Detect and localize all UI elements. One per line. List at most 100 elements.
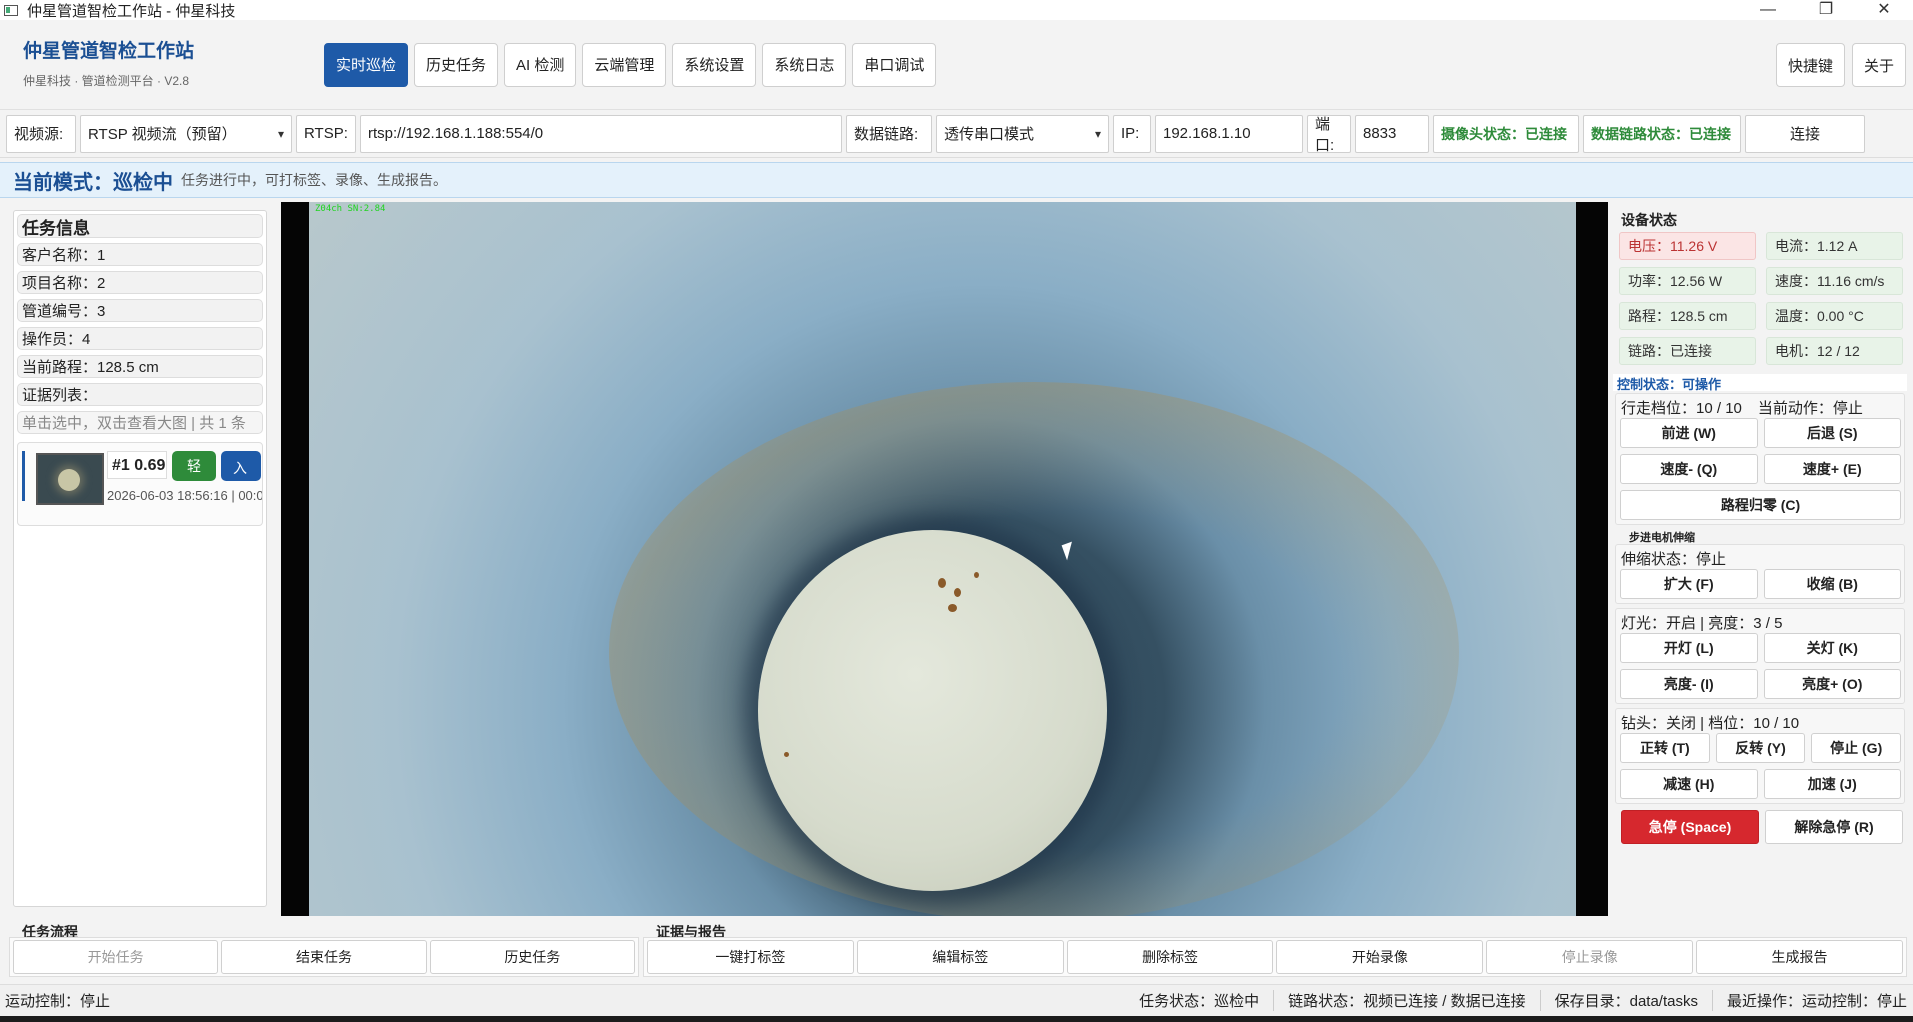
video-view[interactable]: Z04ch SN:2.84 <box>281 202 1608 916</box>
video-source-label: 视频源: <box>6 114 76 153</box>
start-recording-button[interactable]: 开始录像 <box>1276 940 1484 974</box>
about-button[interactable]: 关于 <box>1851 43 1906 87</box>
drill-control-group: 钻头：关闭 | 档位：10 / 10 正转 (T) 反转 (Y) 停止 (G) 减速… <box>1615 708 1905 804</box>
video-source-value: RTSP 视频流（预留） <box>88 126 237 143</box>
shrink-button[interactable]: 收缩 (B) <box>1763 569 1901 599</box>
data-link-select[interactable]: 透传串口模式 ▾ <box>936 114 1109 153</box>
minimize-icon[interactable]: — <box>1739 0 1797 20</box>
evidence-time: 2026-06-03 18:56:16 | 00:00:04 <box>107 488 263 503</box>
data-link-status: 数据链路状态：已连接 <box>1583 114 1741 153</box>
voltage-stat: 电压：11.26 V <box>1619 232 1756 260</box>
tab-settings[interactable]: 系统设置 <box>672 42 757 87</box>
stretch-state: 伸缩状态：停止 <box>1621 550 1727 568</box>
drive-control-group: 行走档位：10 / 10 当前动作：停止 前进 (W) 后退 (S) 速度- (Q)… <box>1615 393 1905 525</box>
delete-tag-button[interactable]: 删除标签 <box>1066 940 1274 974</box>
reset-distance-button[interactable]: 路程归零 (C) <box>1620 490 1901 520</box>
video-source-select[interactable]: RTSP 视频流（预留） ▾ <box>80 114 292 153</box>
brightness-down-button[interactable]: 亮度- (I) <box>1620 669 1758 699</box>
evidence-number: #1 0.69 <box>107 451 167 479</box>
port-label: 端口: <box>1307 114 1351 154</box>
pipe-camera-frame: Z04ch SN:2.84 <box>309 202 1576 916</box>
brightness-up-button[interactable]: 亮度+ (O) <box>1763 669 1901 699</box>
evidence-in-button[interactable]: 入 <box>221 451 261 481</box>
edit-tag-button[interactable]: 编辑标签 <box>856 940 1064 974</box>
restore-icon[interactable]: ❐ <box>1797 0 1855 20</box>
current-action: 当前动作：停止 <box>1757 399 1863 417</box>
evidence-list-label: 证据列表： <box>17 383 263 406</box>
decelerate-button[interactable]: 减速 (H) <box>1620 769 1758 799</box>
history-task-button[interactable]: 历史任务 <box>429 940 635 974</box>
device-status-header: 设备状态 <box>1621 212 1677 228</box>
ip-input[interactable]: 192.168.1.10 <box>1155 114 1303 153</box>
tab-cloud[interactable]: 云端管理 <box>582 42 667 87</box>
control-state: 控制状态：可操作 <box>1613 374 1907 392</box>
gear-level: 行走档位：10 / 10 <box>1621 399 1742 417</box>
pipe-end-disk <box>758 530 1107 891</box>
start-task-button[interactable]: 开始任务 <box>13 940 219 974</box>
operator: 操作员：4 <box>17 327 263 350</box>
task-status: 任务状态：巡检中 <box>1139 993 1260 1010</box>
expand-button[interactable]: 扩大 (F) <box>1620 569 1758 599</box>
ip-label: IP: <box>1113 114 1151 153</box>
device-control-panel: 设备状态 电压：11.26 V 电流：1.12 A 功率：12.56 W 速度：… <box>1613 202 1907 916</box>
speed-stat: 速度：11.16 cm/s <box>1766 267 1903 295</box>
light-on-button[interactable]: 开灯 (L) <box>1620 633 1758 663</box>
reverse-rotate-button[interactable]: 反转 (Y) <box>1715 733 1806 763</box>
current-distance: 当前路程：128.5 cm <box>17 355 263 378</box>
end-task-button[interactable]: 结束任务 <box>221 940 427 974</box>
main-area: 任务信息 客户名称：1 项目名称：2 管道编号：3 操作员：4 当前路程：128… <box>0 202 1913 918</box>
connect-button[interactable]: 连接 <box>1745 114 1865 153</box>
connection-bar: 视频源: RTSP 视频流（预留） ▾ RTSP: rtsp://192.168… <box>0 110 1913 158</box>
tab-live-inspection[interactable]: 实时巡检 <box>324 42 409 87</box>
accelerate-button[interactable]: 加速 (J) <box>1763 769 1901 799</box>
distance-stat: 路程：128.5 cm <box>1619 302 1756 330</box>
forward-rotate-button[interactable]: 正转 (T) <box>1620 733 1710 763</box>
rtsp-input[interactable]: rtsp://192.168.1.188:554/0 <box>360 114 842 153</box>
pipe-number: 管道编号：3 <box>17 299 263 322</box>
tab-ai-detect[interactable]: AI 检测 <box>504 42 577 87</box>
task-info-header: 任务信息 <box>17 214 263 238</box>
mouse-cursor-icon <box>1061 541 1078 561</box>
title-bar: 仲星管道智检工作站 - 仲星科技 — ❐ ✕ <box>0 0 1913 20</box>
current-mode: 当前模式：巡检中 <box>13 171 173 194</box>
taskbar-strip <box>0 1016 1913 1022</box>
shortcut-button[interactable]: 快捷键 <box>1775 43 1845 87</box>
speed-up-button[interactable]: 速度+ (E) <box>1763 454 1901 484</box>
light-off-button[interactable]: 关灯 (K) <box>1763 633 1901 663</box>
close-icon[interactable]: ✕ <box>1855 0 1913 20</box>
forward-button[interactable]: 前进 (W) <box>1620 418 1758 448</box>
one-click-tag-button[interactable]: 一键打标签 <box>647 940 854 974</box>
camera-status: 摄像头状态：已连接 <box>1433 114 1579 153</box>
brand-name: 仲星管道智检工作站 <box>23 41 195 62</box>
tab-logs[interactable]: 系统日志 <box>762 42 847 87</box>
emergency-stop-button[interactable]: 急停 (Space) <box>1621 810 1759 844</box>
backward-button[interactable]: 后退 (S) <box>1763 418 1901 448</box>
power-stat: 功率：12.56 W <box>1619 267 1756 295</box>
link-stat: 链路：已连接 <box>1619 337 1756 365</box>
chevron-down-icon: ▾ <box>1094 126 1101 141</box>
main-nav: 实时巡检 历史任务 AI 检测 云端管理 系统设置 系统日志 串口调试 <box>324 42 937 87</box>
tab-serial-debug[interactable]: 串口调试 <box>852 42 937 87</box>
release-estop-button[interactable]: 解除急停 (R) <box>1765 810 1903 844</box>
stop-recording-button[interactable]: 停止录像 <box>1486 940 1694 974</box>
port-input[interactable]: 8833 <box>1355 114 1429 153</box>
mode-bar: 当前模式：巡检中 任务进行中，可打标签、录像、生成报告。 <box>0 162 1913 198</box>
evidence-thumbnail[interactable] <box>36 453 104 505</box>
drill-stop-button[interactable]: 停止 (G) <box>1811 733 1902 763</box>
chevron-down-icon: ▾ <box>277 126 284 141</box>
evidence-report-group: 一键打标签 编辑标签 删除标签 开始录像 停止录像 生成报告 <box>643 937 1907 977</box>
save-directory: 保存目录：data/tasks <box>1539 990 1712 1011</box>
device-status-grid: 电压：11.26 V 电流：1.12 A 功率：12.56 W 速度：11.16… <box>1613 226 1907 365</box>
evidence-item[interactable]: #1 0.69 轻 入 2026-06-03 18:56:16 | 00:00:… <box>17 442 263 526</box>
speed-down-button[interactable]: 速度- (Q) <box>1620 454 1758 484</box>
stepper-motor-label: 步进电机伸缩 <box>1629 532 1695 544</box>
generate-report-button[interactable]: 生成报告 <box>1696 940 1903 974</box>
stepper-control-group: 伸缩状态：停止 扩大 (F) 收缩 (B) <box>1615 544 1905 604</box>
severity-badge[interactable]: 轻 <box>172 451 216 481</box>
project-name: 项目名称：2 <box>17 271 263 294</box>
light-control-group: 灯光：开启 | 亮度：3 / 5 开灯 (L) 关灯 (K) 亮度- (I) 亮度+… <box>1615 608 1905 704</box>
task-flow-group: 开始任务 结束任务 历史任务 <box>9 937 639 977</box>
tab-history[interactable]: 历史任务 <box>414 42 499 87</box>
current-stat: 电流：1.12 A <box>1766 232 1903 260</box>
brand: 仲星管道智检工作站 仲星科技 · 管道检测平台 · V2.8 <box>0 40 324 89</box>
